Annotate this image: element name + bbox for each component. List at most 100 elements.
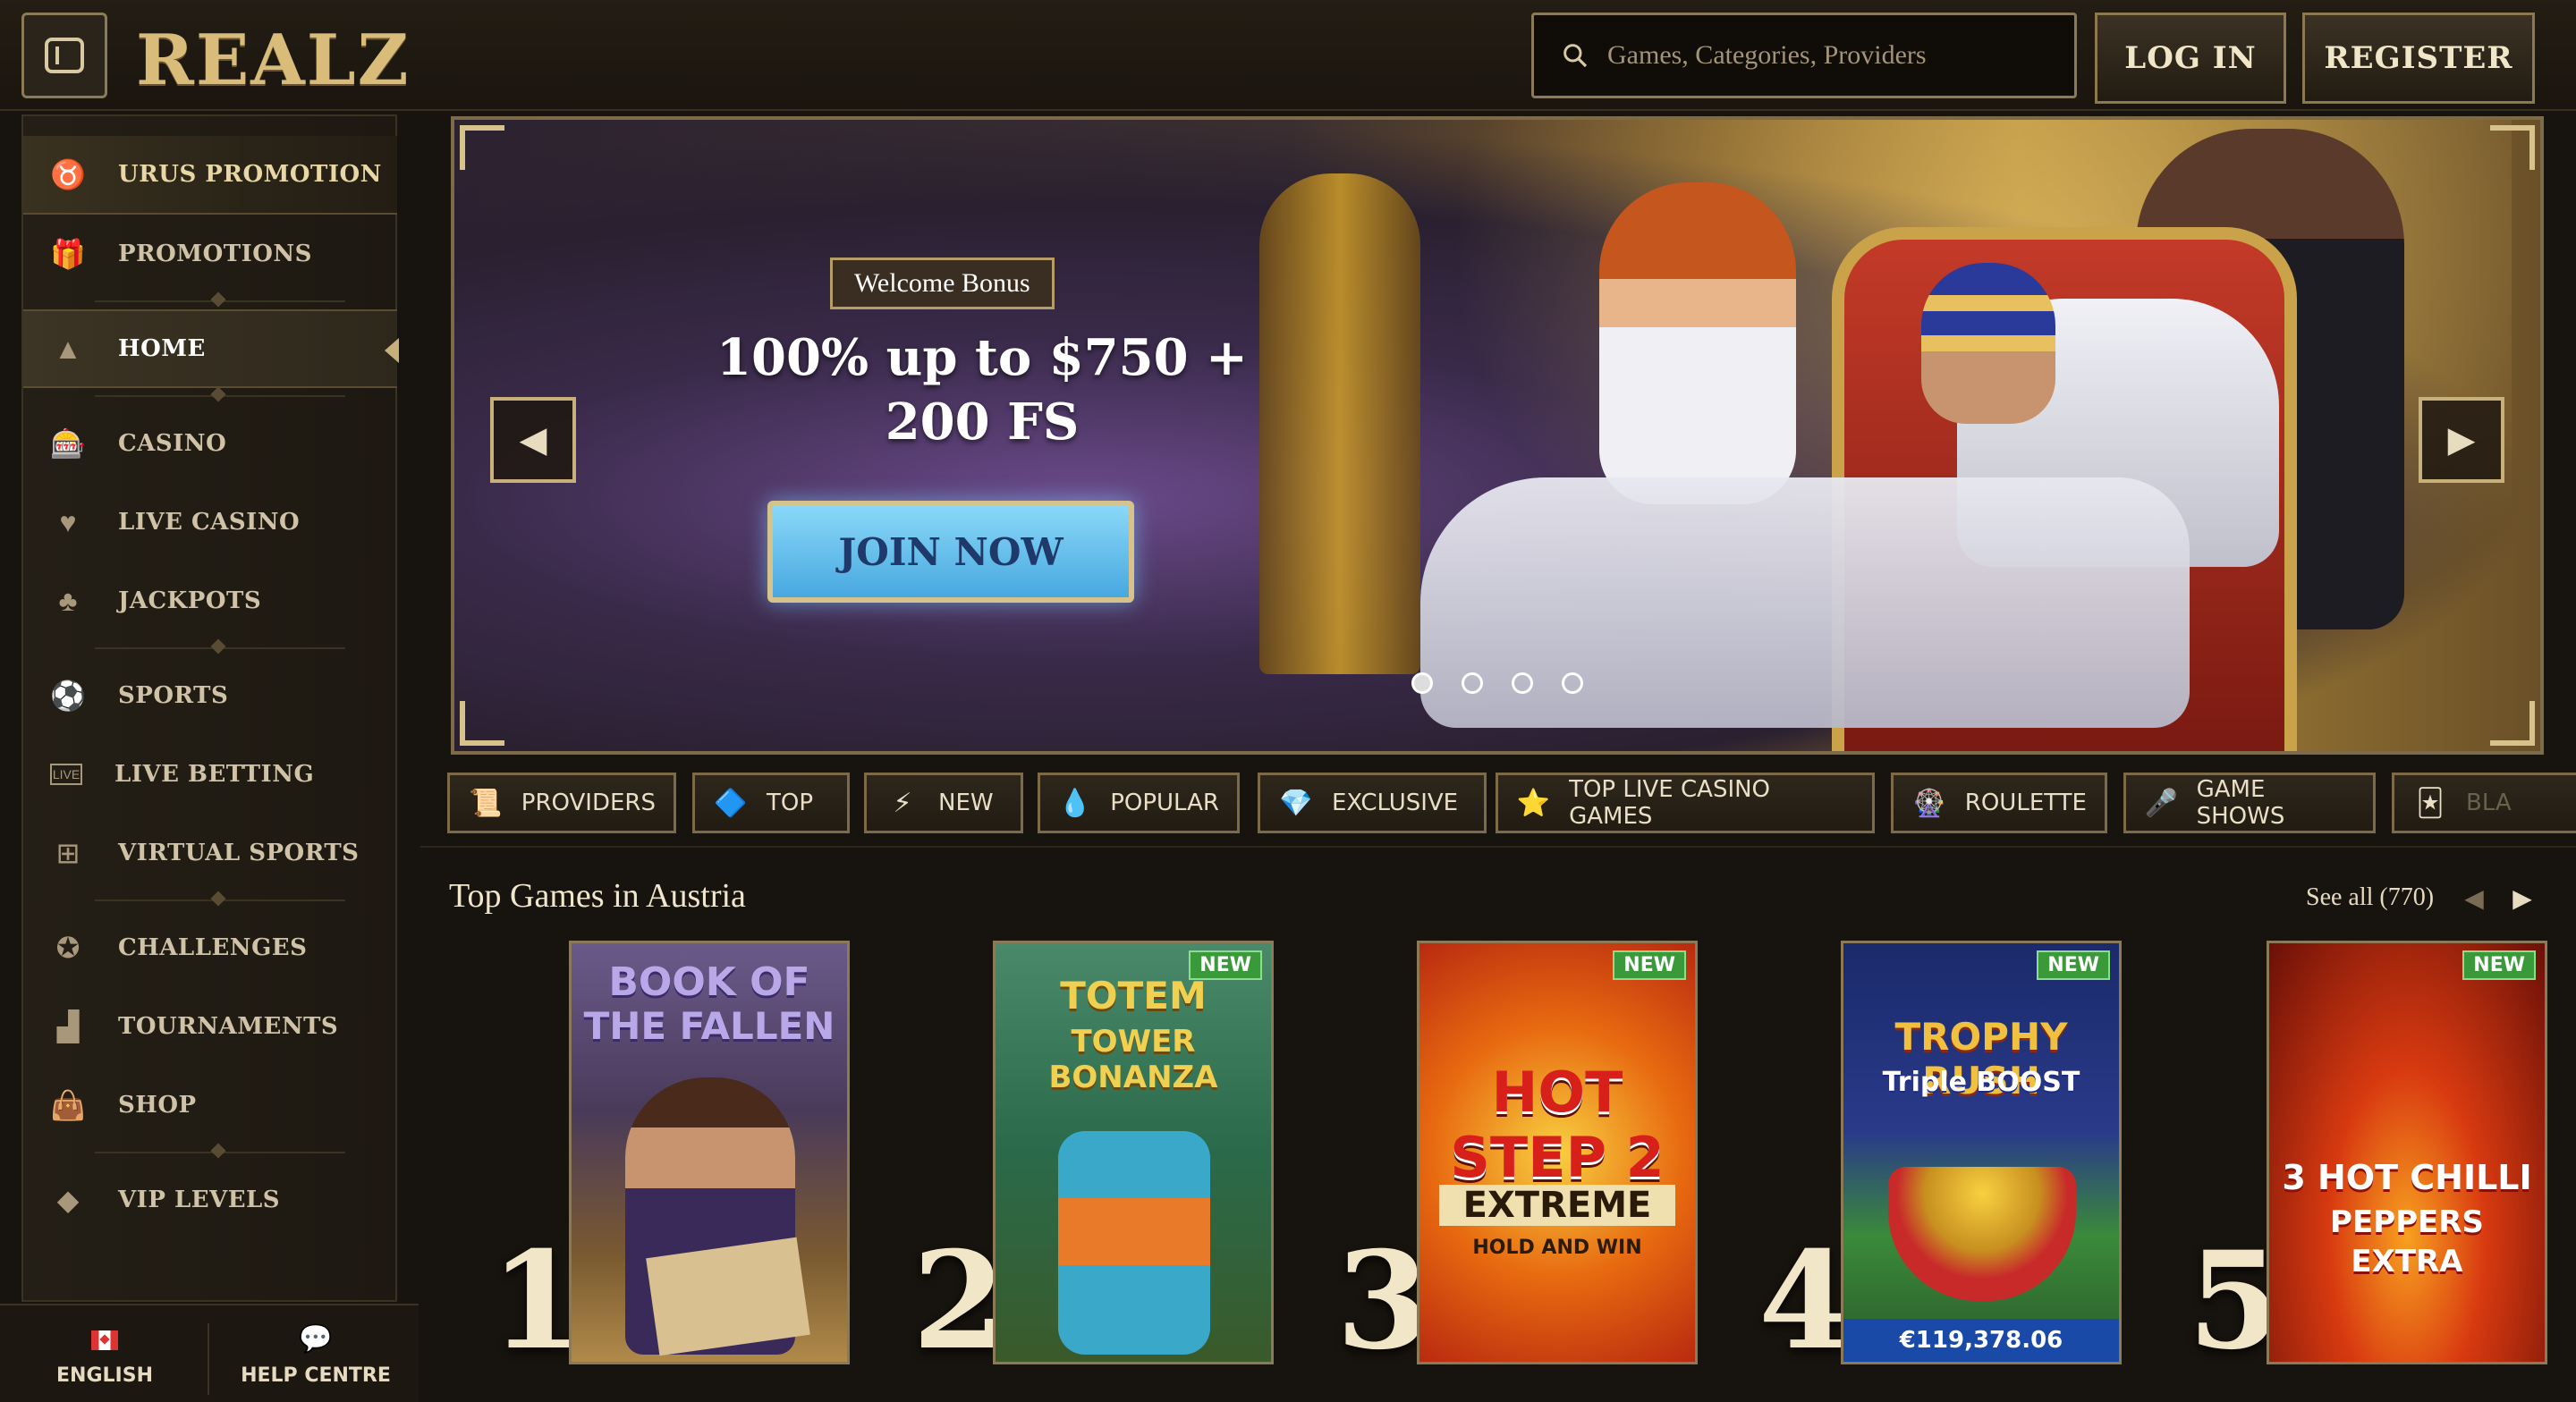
banner-prev-button[interactable]: ◀ (490, 397, 576, 483)
gift-icon: 🎁 (50, 238, 86, 270)
diamond-icon: ◆ (56, 1184, 80, 1216)
divider (95, 899, 345, 901)
welcome-bonus-badge: Welcome Bonus (830, 258, 1055, 309)
sidebar-item-live-betting[interactable]: LIVE LIVE BETTING (23, 735, 397, 814)
trophy-artwork (1888, 1167, 2076, 1301)
language-selector[interactable]: ENGLISH (11, 1323, 199, 1387)
slot-machine-icon: 🎰 (50, 427, 86, 460)
game-title: Triple BOOST (1882, 1067, 2080, 1098)
ball-icon: ⚽ (50, 680, 86, 712)
category-game-shows[interactable]: 🎤 GAME SHOWS (2123, 773, 2376, 833)
sidebar-item-live-casino[interactable]: ♥ LIVE CASINO (23, 483, 397, 562)
category-roulette[interactable]: 🎡 ROULETTE (1891, 773, 2107, 833)
game-card-totem-tower-bonanza[interactable]: NEW TOTEM TOWER BONANZA (993, 941, 1274, 1364)
category-label: GAME SHOWS (2196, 776, 2285, 830)
sidebar-item-vip-levels[interactable]: ◆ VIP LEVELS (23, 1161, 397, 1239)
category-top-live-casino-games[interactable]: ⭐ TOP LIVE CASINO GAMES (1496, 773, 1875, 833)
game-card-trophy-rush[interactable]: NEW TROPHY RUSH Triple BOOST €119,378.06 (1841, 941, 2122, 1364)
game-title: PEPPERS EXTRA (2330, 1204, 2484, 1280)
live-icon: LIVE (50, 764, 82, 785)
divider (95, 647, 345, 649)
games-next-button[interactable]: ▶ (2504, 882, 2540, 914)
game-title: 3 HOT CHILLI (2282, 1158, 2532, 1197)
search-input[interactable] (1607, 40, 2055, 71)
join-now-button[interactable]: JOIN NOW (767, 501, 1134, 603)
corner-ornament (460, 125, 504, 170)
category-providers[interactable]: 📜 PROVIDERS (447, 773, 676, 833)
new-badge: NEW (2462, 950, 2536, 980)
slide-dot[interactable] (1562, 672, 1583, 694)
card-icon: 🃏 (2416, 787, 2445, 819)
category-label: PROVIDERS (521, 790, 656, 816)
gem-icon: 💎 (1279, 787, 1313, 819)
slide-dot[interactable] (1462, 672, 1483, 694)
sidebar-item-label: CASINO (118, 430, 227, 457)
see-all-link[interactable]: See all (770) (2306, 883, 2434, 912)
drop-icon: 💧 (1058, 787, 1092, 819)
game-subtitle: HOLD AND WIN (1472, 1237, 1642, 1259)
game-title: TOWER BONANZA (1048, 1024, 1218, 1095)
chevron-right-icon: ▶ (2447, 420, 2476, 460)
jackpot-amount: €119,378.06 (1843, 1319, 2119, 1362)
scroll-icon: 📜 (469, 787, 503, 819)
medal-icon: ✪ (55, 932, 80, 964)
sidebar-item-promotions[interactable]: 🎁 PROMOTIONS (23, 215, 397, 293)
category-label: EXCLUSIVE (1332, 790, 1459, 816)
sidebar-item-shop[interactable]: 👜 SHOP (23, 1066, 397, 1144)
banner-next-button[interactable]: ▶ (2419, 397, 2504, 483)
canada-flag-icon (91, 1330, 118, 1350)
banner-title: 100% up to $750 + 200 FS (660, 325, 1304, 454)
category-popular[interactable]: 💧 POPULAR (1038, 773, 1240, 833)
sidebar-toggle-icon (45, 38, 84, 73)
language-label: ENGLISH (56, 1364, 153, 1387)
sidebar-item-label: SHOP (118, 1092, 197, 1119)
category-label: TOP (767, 790, 814, 816)
sidebar-item-home[interactable]: ▲ HOME (23, 309, 399, 388)
sidebar-nav: ♉ URUS PROMOTION 🎁 PROMOTIONS ▲ HOME 🎰 C… (21, 114, 399, 1302)
help-label: HELP CENTRE (241, 1364, 391, 1387)
podium-icon: ▟ (56, 1010, 80, 1043)
game-title: HOT STEP 2 (1450, 1060, 1665, 1190)
search-icon (1563, 44, 1588, 68)
new-badge: NEW (1613, 950, 1686, 980)
search-bar[interactable] (1531, 13, 2077, 98)
pharaoh-head-image (1921, 263, 2055, 424)
woman-image (1599, 182, 1796, 504)
category-new[interactable]: ⚡ NEW (864, 773, 1023, 833)
slide-dot[interactable] (1512, 672, 1533, 694)
logo[interactable]: REALZ (136, 20, 411, 101)
sidebar-item-jackpots[interactable]: ♣ JACKPOTS (23, 562, 397, 640)
login-button[interactable]: LOG IN (2095, 13, 2286, 104)
section-title: Top Games in Austria (449, 877, 746, 915)
games-prev-button[interactable]: ◀ (2456, 882, 2492, 914)
slide-dot[interactable] (1411, 672, 1433, 694)
sidebar-item-label: VIP LEVELS (118, 1187, 281, 1213)
sidebar-item-label: LIVE BETTING (114, 761, 315, 788)
game-card-hot-step-2-extreme[interactable]: NEW HOT STEP 2 EXTREME HOLD AND WIN (1417, 941, 1698, 1364)
divider (420, 846, 2576, 848)
register-button[interactable]: REGISTER (2302, 13, 2535, 104)
sidebar-item-casino[interactable]: 🎰 CASINO (23, 404, 397, 483)
help-centre-button[interactable]: 💬 HELP CENTRE (222, 1323, 410, 1387)
sidebar-item-sports[interactable]: ⚽ SPORTS (23, 656, 397, 735)
virtual-icon: ⊞ (55, 837, 80, 869)
sidebar-item-tournaments[interactable]: ▟ TOURNAMENTS (23, 987, 397, 1066)
game-card-3-hot-chilli-peppers-extra[interactable]: NEW 3 HOT CHILLI PEPPERS EXTRA (2267, 941, 2547, 1364)
menu-toggle-button[interactable] (21, 13, 107, 98)
category-bla[interactable]: 🃏 BLA (2392, 773, 2576, 833)
bag-icon: 👜 (50, 1089, 86, 1121)
game-title: BOOK OF (608, 959, 810, 1005)
sidebar-footer: ENGLISH 💬 HELP CENTRE (0, 1304, 419, 1402)
game-title: THE FALLEN (583, 1004, 835, 1048)
sidebar-item-virtual-sports[interactable]: ⊞ VIRTUAL SPORTS (23, 814, 397, 892)
rank-number: 4 (1758, 1222, 1852, 1380)
category-exclusive[interactable]: 💎 EXCLUSIVE (1258, 773, 1487, 833)
game-card-book-of-the-fallen[interactable]: BOOK OF THE FALLEN (569, 941, 850, 1364)
rank-number: 3 (1336, 1222, 1430, 1380)
promo-banner[interactable]: Welcome Bonus 100% up to $750 + 200 FS J… (451, 116, 2544, 755)
sidebar-item-challenges[interactable]: ✪ CHALLENGES (23, 908, 397, 987)
new-badge: NEW (2037, 950, 2110, 980)
bull-icon: ♉ (50, 158, 86, 190)
category-top[interactable]: 🔷 TOP (692, 773, 850, 833)
sidebar-item-urus-promotion[interactable]: ♉ URUS PROMOTION (23, 136, 397, 215)
